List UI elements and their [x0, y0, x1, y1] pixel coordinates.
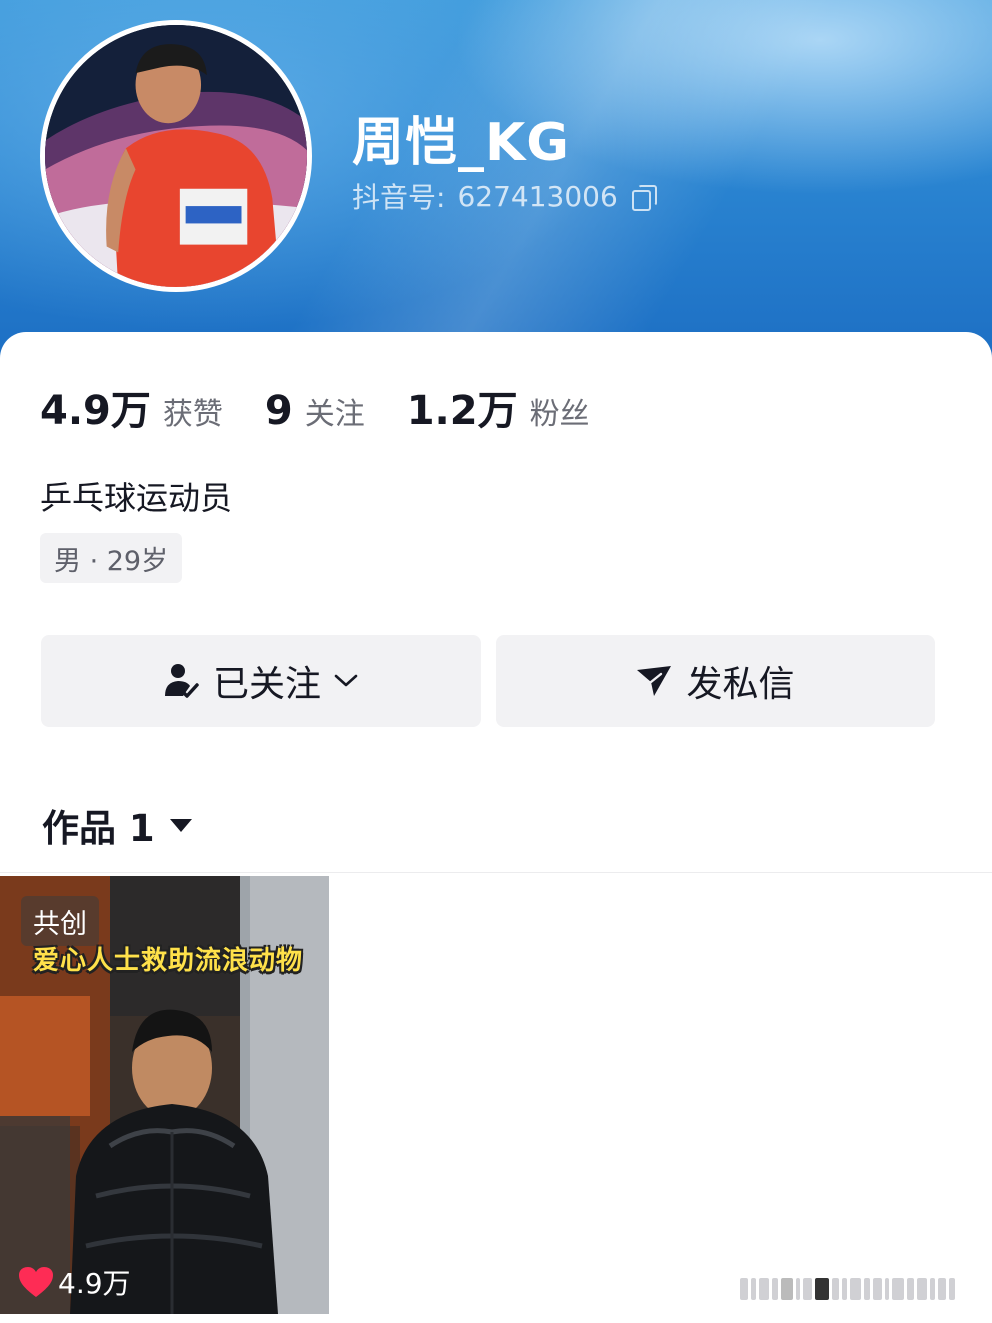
video-caption: 爱心人士救助流浪动物: [32, 946, 303, 976]
send-icon: [636, 664, 672, 698]
following-button[interactable]: 已关注: [41, 635, 481, 727]
stat-following-label: 关注: [304, 397, 365, 432]
message-button-label: 发私信: [686, 664, 795, 705]
avatar-photo: [45, 25, 307, 287]
stat-followers[interactable]: 1.2万 粉丝: [407, 378, 590, 436]
following-button-label: 已关注: [212, 664, 321, 705]
avatar[interactable]: [40, 20, 312, 292]
stat-followers-value: 1.2万: [406, 388, 518, 434]
douyin-id[interactable]: 抖音号: 627413006: [352, 176, 657, 216]
bio: 乒乓球运动员: [40, 479, 233, 517]
works-tab-label: 作品 1: [42, 807, 155, 850]
watermark: [740, 1276, 976, 1302]
gender-age-tag: 男 · 29岁: [40, 533, 183, 583]
douyin-id-label: 抖音号:: [352, 181, 446, 214]
chevron-down-icon: [333, 673, 359, 689]
stat-likes-label: 获赞: [162, 397, 223, 432]
stat-following[interactable]: 9 关注: [265, 388, 365, 434]
video-likes: 4.9万: [18, 1262, 131, 1302]
douyin-id-value: 627413006: [457, 179, 618, 213]
caret-down-icon: [169, 817, 193, 833]
video-likes-count: 4.9万: [58, 1267, 131, 1300]
heart-icon: [18, 1266, 54, 1298]
cocreate-badge: 共创: [21, 896, 99, 946]
username: 周恺_KG: [352, 113, 570, 173]
stat-likes[interactable]: 4.9万 获赞: [40, 378, 223, 436]
copy-icon[interactable]: [630, 184, 657, 211]
video-thumbnail[interactable]: 共创 爱心人士救助流浪动物: [0, 876, 329, 1314]
user-check-icon: [163, 662, 199, 700]
stat-followers-label: 粉丝: [529, 397, 590, 432]
stat-following-value: 9: [264, 388, 293, 434]
stat-likes-value: 4.9万: [40, 388, 151, 434]
works-tab[interactable]: 作品 1: [42, 798, 193, 852]
divider: [0, 872, 992, 873]
message-button[interactable]: 发私信: [496, 635, 935, 727]
stats-row: 4.9万 获赞 9 关注 1.2万 粉丝: [40, 378, 632, 436]
